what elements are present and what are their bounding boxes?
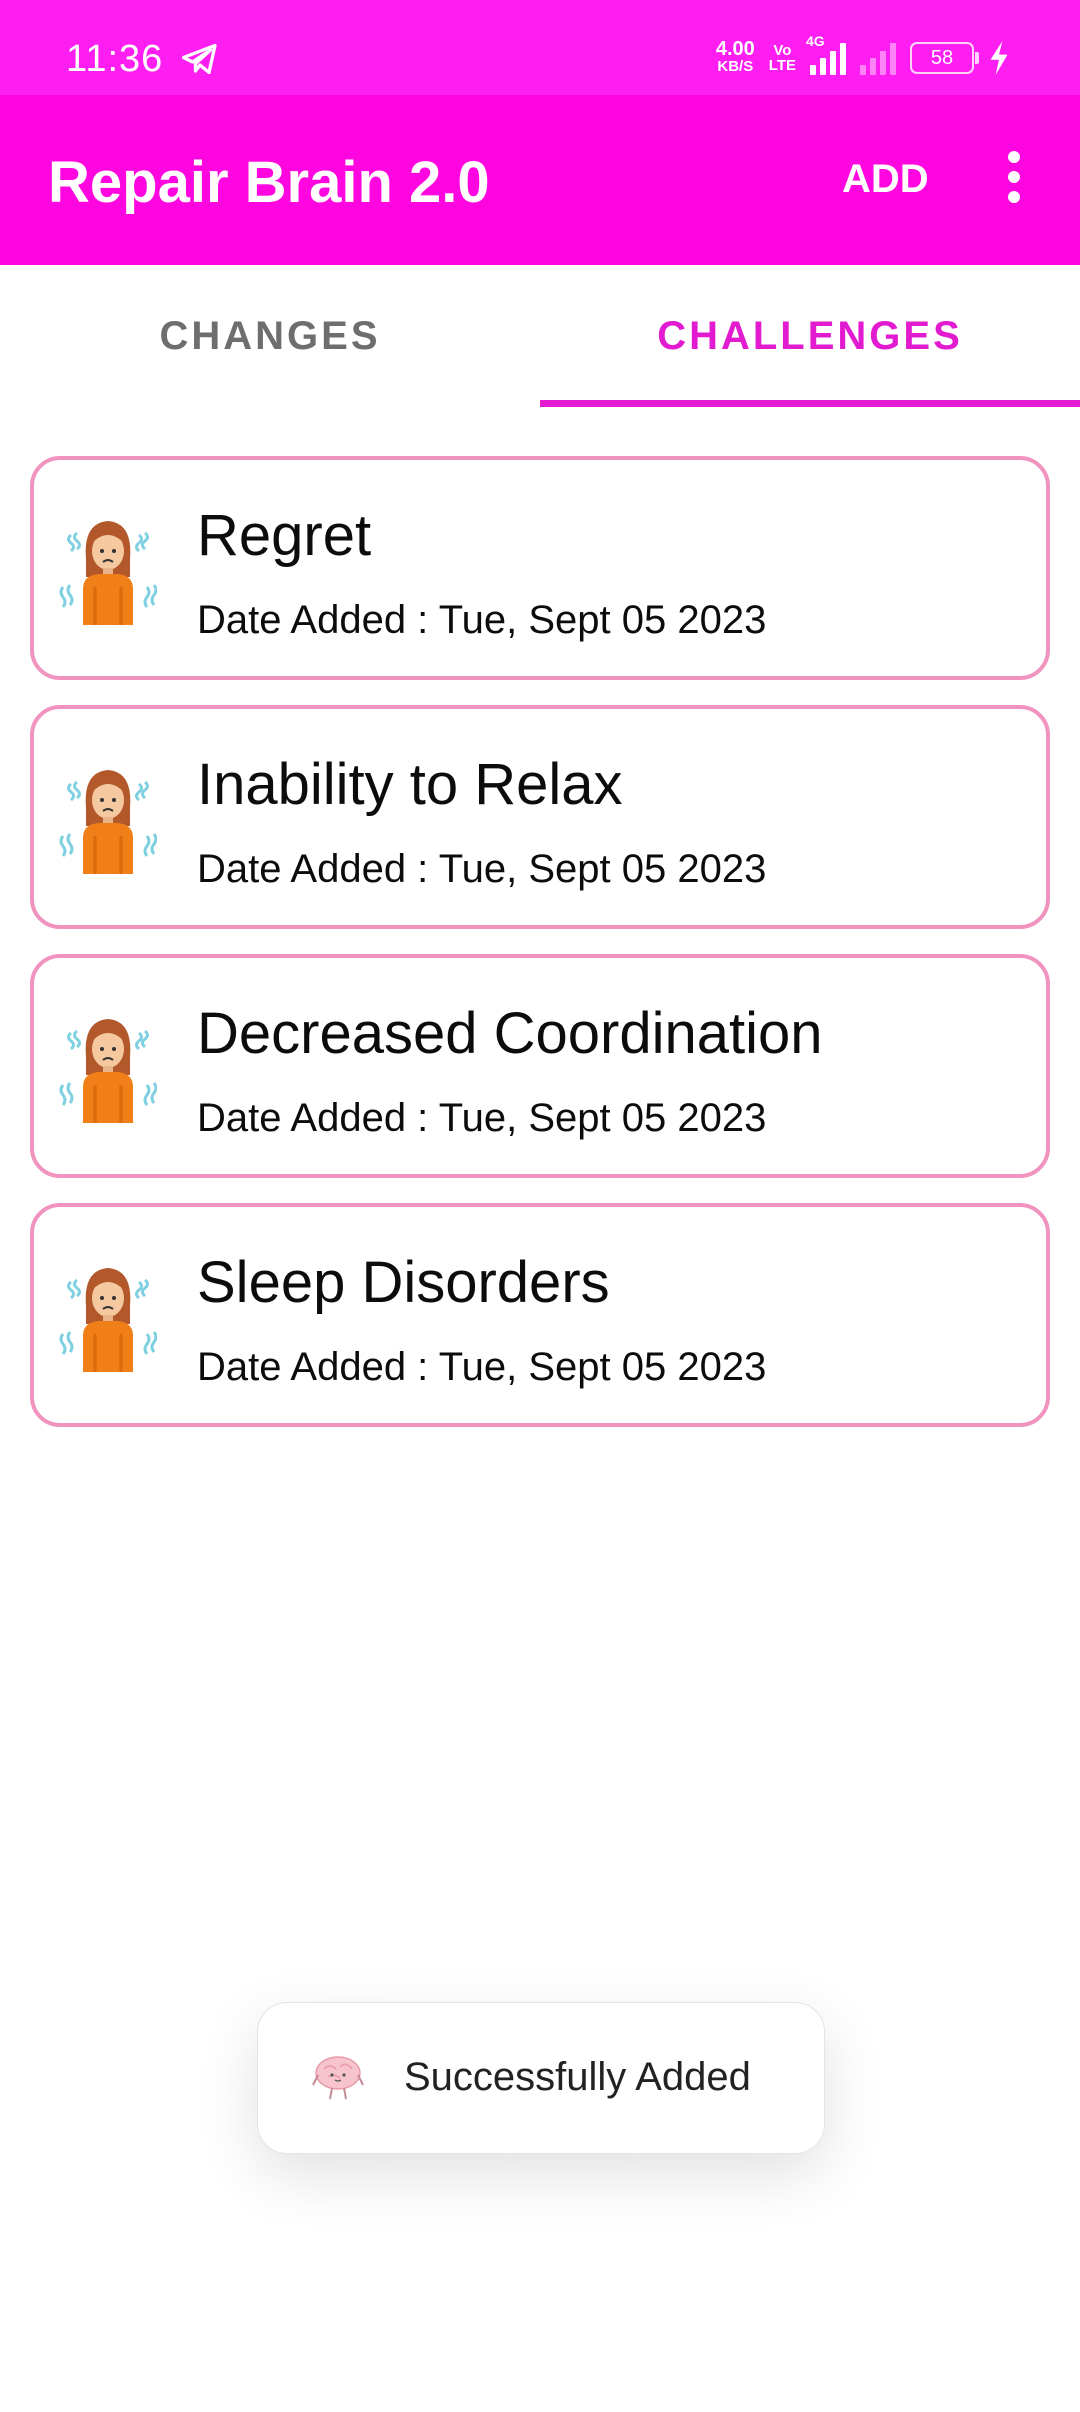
- charging-bolt-icon: [990, 41, 1008, 75]
- battery-level: 58: [930, 46, 954, 69]
- challenge-title: Sleep Disorders: [197, 1250, 610, 1315]
- status-time: 11:36: [66, 38, 164, 80]
- date-value: Tue, Sept 05 2023: [438, 1345, 767, 1389]
- toast-message: Successfully Added: [404, 2055, 751, 2099]
- shivering-woman-icon: [59, 768, 157, 874]
- telegram-icon: [182, 44, 217, 74]
- volte-indicator: Vo LTE: [769, 43, 796, 73]
- status-icons: 4.00 KB/S Vo LTE 4G 58: [715, 33, 1010, 80]
- signal-icon: 4G: [806, 33, 846, 75]
- shivering-woman-icon: [59, 1017, 157, 1123]
- volte-bottom: LTE: [768, 57, 796, 74]
- tab-challenges[interactable]: CHALLENGES: [540, 265, 1080, 407]
- challenge-date: Date Added : Tue, Sept 05 2023: [197, 1096, 766, 1141]
- date-label: Date Added :: [197, 847, 429, 891]
- date-value: Tue, Sept 05 2023: [438, 847, 767, 891]
- shivering-woman-icon: [59, 519, 157, 625]
- signal-icon-dim: [860, 41, 896, 75]
- challenge-card[interactable]: Inability to Relax Date Added : Tue, Sep…: [30, 705, 1050, 929]
- app-bar: Repair Brain 2.0 ADD: [0, 95, 1080, 265]
- add-button[interactable]: ADD: [842, 157, 929, 202]
- net-speed: 4.00 KB/S: [715, 38, 755, 76]
- challenge-card[interactable]: Decreased Coordination Date Added : Tue,…: [30, 954, 1050, 1178]
- challenge-title: Regret: [197, 503, 372, 568]
- challenge-date: Date Added : Tue, Sept 05 2023: [197, 847, 766, 892]
- challenge-date: Date Added : Tue, Sept 05 2023: [197, 598, 766, 643]
- brain-icon: [312, 2056, 364, 2100]
- date-value: Tue, Sept 05 2023: [438, 1096, 767, 1140]
- challenge-card[interactable]: Sleep Disorders Date Added : Tue, Sept 0…: [30, 1203, 1050, 1427]
- status-bar: 11:36 4.00 KB/S Vo LTE 4G 58: [0, 0, 1080, 95]
- network-type: 4G: [806, 33, 825, 49]
- battery-icon: 58: [910, 42, 979, 74]
- date-label: Date Added :: [197, 598, 429, 642]
- challenge-title: Decreased Coordination: [197, 1001, 823, 1066]
- challenge-title: Inability to Relax: [197, 752, 623, 817]
- shivering-woman-icon: [59, 1266, 157, 1372]
- date-label: Date Added :: [197, 1096, 429, 1140]
- net-speed-value: 4.00: [715, 38, 755, 60]
- tab-changes[interactable]: CHANGES: [0, 265, 540, 407]
- challenge-card[interactable]: Regret Date Added : Tue, Sept 05 2023: [30, 456, 1050, 680]
- challenge-list: Regret Date Added : Tue, Sept 05 2023 In…: [30, 456, 1050, 1452]
- volte-top: Vo: [773, 42, 792, 59]
- tab-bar: CHANGES CHALLENGES: [0, 265, 1080, 407]
- tab-indicator: [540, 400, 1080, 407]
- net-speed-unit: KB/S: [717, 58, 754, 75]
- date-label: Date Added :: [197, 1345, 429, 1389]
- toast: Successfully Added: [257, 2002, 825, 2154]
- more-vert-icon[interactable]: [1000, 151, 1028, 207]
- challenge-date: Date Added : Tue, Sept 05 2023: [197, 1345, 766, 1390]
- app-title: Repair Brain 2.0: [48, 150, 490, 215]
- date-value: Tue, Sept 05 2023: [438, 598, 767, 642]
